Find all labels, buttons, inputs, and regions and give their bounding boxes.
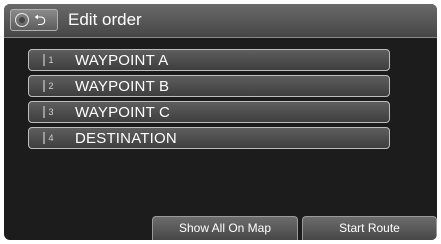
route-point-row[interactable]: 2 WAYPOINT B [28,75,390,97]
route-point-list: 1 WAYPOINT A 2 WAYPOINT B 3 WAYPOINT C 4… [28,49,390,153]
route-point-number: 2 [43,80,57,92]
route-point-label: WAYPOINT C [75,104,171,121]
edit-order-screen: ⮌ Edit order 1 WAYPOINT A 2 WAYPOINT B 3… [4,4,437,240]
route-point-label: WAYPOINT A [75,52,169,69]
page-title: Edit order [68,10,142,29]
show-all-on-map-button[interactable]: Show All On Map [152,216,298,240]
route-point-row[interactable]: 3 WAYPOINT C [28,101,390,123]
route-point-row[interactable]: 4 DESTINATION [28,127,390,149]
back-button[interactable]: ⮌ [10,9,58,31]
back-arrow-icon: ⮌ [34,11,47,29]
route-point-label: WAYPOINT B [75,78,170,95]
route-point-row[interactable]: 1 WAYPOINT A [28,49,390,71]
header-bar: ⮌ Edit order [4,4,437,38]
start-route-button[interactable]: Start Route [302,216,437,240]
map-nav-icon [15,13,29,27]
route-point-label: DESTINATION [75,130,177,147]
route-point-number: 3 [43,106,57,118]
route-point-number: 1 [43,54,57,66]
route-point-number: 4 [43,132,57,144]
